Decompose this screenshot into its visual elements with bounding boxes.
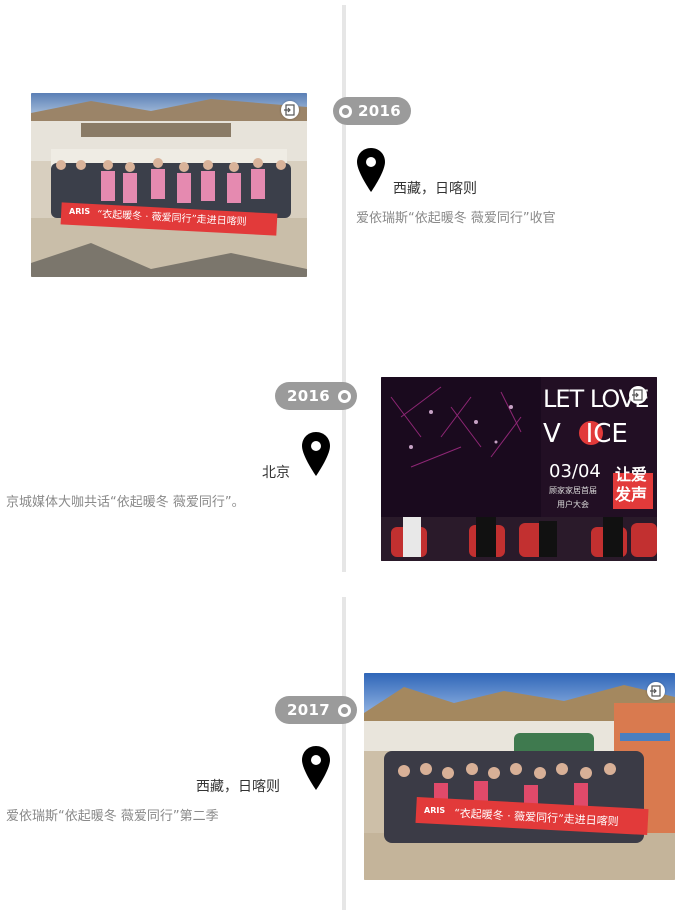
export-icon[interactable] (281, 101, 299, 119)
stage-subtitle: 用户大会 (557, 500, 589, 509)
entry-photo[interactable]: LET LOVE V ICE 03/04 顾家家居首届 用户大会 让爱 发声 (381, 377, 657, 561)
entry-description: 爱依瑞斯“依起暖冬 薇爱同行”第二季 (6, 809, 219, 824)
banner-brand: ARIS (69, 207, 91, 216)
location-pin-icon (302, 746, 330, 790)
photo-tibet-group (31, 93, 307, 277)
entry-description: 京城媒体大咖共话“依起暖冬 薇爱同行”。 (6, 495, 245, 510)
stage-title: V ICE (543, 419, 628, 449)
photo-tibet-group-2017 (364, 673, 675, 880)
year-label: 2016 (287, 387, 330, 405)
location-label: 西藏，日喀则 (196, 779, 280, 795)
entry-photo[interactable]: ARIS “衣起暖冬 · 薇爱同行”走进日喀则 (364, 673, 675, 880)
location-pin-icon (302, 432, 330, 476)
year-label: 2016 (358, 102, 401, 120)
banner-brand: ARIS (424, 806, 446, 815)
year-badge: 2016 (275, 382, 357, 410)
timeline-line (342, 597, 346, 910)
year-badge: 2016 (333, 97, 411, 125)
stage-subtitle: 顾家家居首届 (549, 486, 597, 495)
location-pin-icon (357, 148, 385, 192)
year-label: 2017 (287, 701, 330, 719)
year-badge: 2017 (275, 696, 357, 724)
export-icon[interactable] (647, 682, 665, 700)
timeline-dot-icon (337, 703, 351, 717)
timeline-line (342, 5, 346, 572)
export-icon[interactable] (629, 386, 647, 404)
location-label: 北京 (262, 465, 290, 481)
timeline-dot-icon (337, 389, 351, 403)
location-label: 西藏，日喀则 (393, 181, 477, 197)
timeline-dot-icon (339, 104, 352, 118)
entry-description: 爱依瑞斯“依起暖冬 薇爱同行”收官 (356, 211, 556, 226)
stage-date: 03/04 (549, 461, 601, 482)
stage-slogan: 发声 (615, 485, 648, 504)
entry-photo[interactable]: ARIS “衣起暖冬 · 薇爱同行”走进日喀则 (31, 93, 307, 277)
